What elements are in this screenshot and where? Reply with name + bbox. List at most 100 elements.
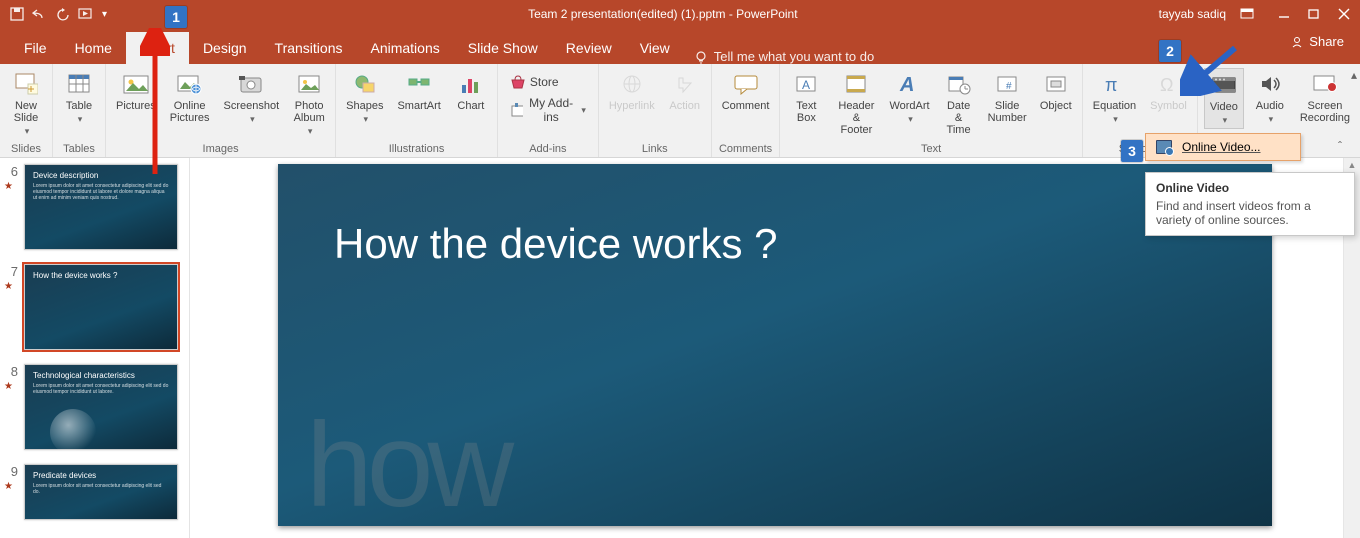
tab-view[interactable]: View xyxy=(626,32,684,64)
action-label: Action xyxy=(669,100,700,112)
ribbon-scroll-up-icon[interactable]: ▴ xyxy=(1351,68,1357,82)
online-video-tooltip: Online Video Find and insert videos from… xyxy=(1145,172,1355,236)
thumb-body: Lorem ipsum dolor sit amet consectetur a… xyxy=(33,383,169,395)
store-button[interactable]: Store xyxy=(504,72,592,92)
tab-slideshow[interactable]: Slide Show xyxy=(454,32,552,64)
animation-star-icon: ★ xyxy=(4,281,18,292)
animation-star-icon: ★ xyxy=(4,481,18,492)
thumbnail-slide-9[interactable]: Predicate devices Lorem ipsum dolor sit … xyxy=(24,464,178,520)
text-box-label: Text Box xyxy=(796,100,816,124)
online-video-icon xyxy=(1156,140,1172,154)
annotation-arrow-2 xyxy=(1180,46,1240,96)
action-button: Action xyxy=(665,68,705,114)
user-name: tayyab sadiq xyxy=(1159,7,1226,21)
group-label-slides: Slides xyxy=(11,143,41,157)
slide-number-button[interactable]: # Slide Number xyxy=(985,68,1030,126)
share-button[interactable]: Share xyxy=(1290,34,1344,49)
equation-button[interactable]: π Equation xyxy=(1089,68,1140,127)
current-slide[interactable]: How the device works ? xyxy=(278,164,1272,526)
thumb-number: 8 xyxy=(4,364,18,379)
slide-title: How the device works ? xyxy=(334,220,1216,268)
group-label-comments: Comments xyxy=(719,143,772,157)
screenshot-icon xyxy=(237,70,265,98)
chart-button[interactable]: Chart xyxy=(451,68,491,114)
screen-recording-button[interactable]: Screen Recording xyxy=(1296,68,1354,126)
minimize-icon[interactable] xyxy=(1278,8,1290,20)
new-slide-button[interactable]: New Slide xyxy=(6,68,46,139)
tab-design[interactable]: Design xyxy=(189,32,261,64)
store-icon xyxy=(510,74,526,90)
audio-label: Audio xyxy=(1256,100,1284,112)
animation-star-icon: ★ xyxy=(4,181,18,192)
screenshot-label: Screenshot xyxy=(224,100,280,112)
start-from-beginning-icon[interactable] xyxy=(78,7,94,21)
tab-animations[interactable]: Animations xyxy=(356,32,453,64)
screen-recording-icon xyxy=(1311,70,1339,98)
wordart-button[interactable]: A WordArt xyxy=(886,68,932,127)
table-button[interactable]: Table xyxy=(59,68,99,127)
tooltip-title: Online Video xyxy=(1156,181,1344,195)
animation-star-icon: ★ xyxy=(4,381,18,392)
group-label-images: Images xyxy=(203,143,239,157)
redo-icon[interactable] xyxy=(56,7,70,21)
ribbon-tab-bar: File Home Insert Design Transitions Anim… xyxy=(0,28,1360,64)
thumbnail-slide-8[interactable]: Technological characteristics Lorem ipsu… xyxy=(24,364,178,450)
group-comments: Comment Comments xyxy=(712,64,781,157)
online-video-menu-item[interactable]: Online Video... xyxy=(1146,134,1300,160)
symbol-icon: Ω xyxy=(1155,70,1183,98)
screenshot-button[interactable]: Screenshot xyxy=(220,68,284,127)
online-pictures-button[interactable]: Online Pictures xyxy=(166,68,214,126)
thumbnail-slide-7[interactable]: How the device works ? xyxy=(24,264,178,350)
svg-text:π: π xyxy=(1105,75,1117,95)
audio-button[interactable]: Audio xyxy=(1250,68,1290,127)
thumb-number: 7 xyxy=(4,264,18,279)
scroll-up-icon[interactable]: ▲ xyxy=(1344,158,1360,172)
header-footer-button[interactable]: Header & Footer xyxy=(832,68,880,138)
lightbulb-icon xyxy=(694,50,708,64)
tell-me-label: Tell me what you want to do xyxy=(714,49,874,64)
collapse-ribbon-icon[interactable]: ˆ xyxy=(1338,139,1342,153)
maximize-icon[interactable] xyxy=(1308,8,1320,20)
date-time-icon xyxy=(945,70,973,98)
photo-album-button[interactable]: Photo Album xyxy=(289,68,329,139)
save-icon[interactable] xyxy=(10,7,24,21)
svg-text:A: A xyxy=(802,78,810,92)
my-addins-button[interactable]: My Add-ins xyxy=(504,94,592,126)
tell-me-search[interactable]: Tell me what you want to do xyxy=(694,49,874,64)
my-addins-label: My Add-ins xyxy=(527,96,575,124)
photo-album-label: Photo Album xyxy=(294,100,325,124)
group-label-links: Links xyxy=(642,143,668,157)
undo-icon[interactable] xyxy=(32,7,48,21)
text-box-button[interactable]: A Text Box xyxy=(786,68,826,126)
store-label: Store xyxy=(530,75,559,89)
shapes-label: Shapes xyxy=(346,100,383,112)
new-slide-icon xyxy=(12,70,40,98)
annotation-callout-3: 3 xyxy=(1121,140,1143,162)
tab-transitions[interactable]: Transitions xyxy=(261,32,357,64)
close-icon[interactable] xyxy=(1338,8,1350,20)
tab-home[interactable]: Home xyxy=(61,32,126,64)
hyperlink-button: Hyperlink xyxy=(605,68,659,114)
svg-text:Ω: Ω xyxy=(1160,75,1173,95)
slide-thumbnail-panel: 6 ★ Device description Lorem ipsum dolor… xyxy=(0,158,190,538)
smartart-button[interactable]: SmartArt xyxy=(393,68,444,114)
thumbnail-slot-7[interactable]: 7 ★ How the device works ? xyxy=(4,264,189,350)
group-tables: Table Tables xyxy=(53,64,106,157)
new-slide-label: New Slide xyxy=(14,100,38,124)
title-bar: ▾ Team 2 presentation(edited) (1).pptm -… xyxy=(0,0,1360,28)
comment-label: Comment xyxy=(722,100,770,112)
thumbnail-slot-9[interactable]: 9 ★ Predicate devices Lorem ipsum dolor … xyxy=(4,464,189,520)
thumbnail-slot-8[interactable]: 8 ★ Technological characteristics Lorem … xyxy=(4,364,189,450)
group-addins: Store My Add-ins Add-ins xyxy=(498,64,599,157)
comment-button[interactable]: Comment xyxy=(718,68,774,114)
object-button[interactable]: Object xyxy=(1036,68,1076,114)
text-box-icon: A xyxy=(792,70,820,98)
tab-review[interactable]: Review xyxy=(552,32,626,64)
date-time-button[interactable]: Date & Time xyxy=(939,68,979,138)
audio-icon xyxy=(1256,70,1284,98)
tab-file[interactable]: File xyxy=(10,32,61,64)
wordart-label: WordArt xyxy=(889,100,929,112)
ribbon-display-options-icon[interactable] xyxy=(1240,8,1254,20)
shapes-button[interactable]: Shapes xyxy=(342,68,387,127)
quick-access-toolbar: ▾ xyxy=(0,7,107,21)
